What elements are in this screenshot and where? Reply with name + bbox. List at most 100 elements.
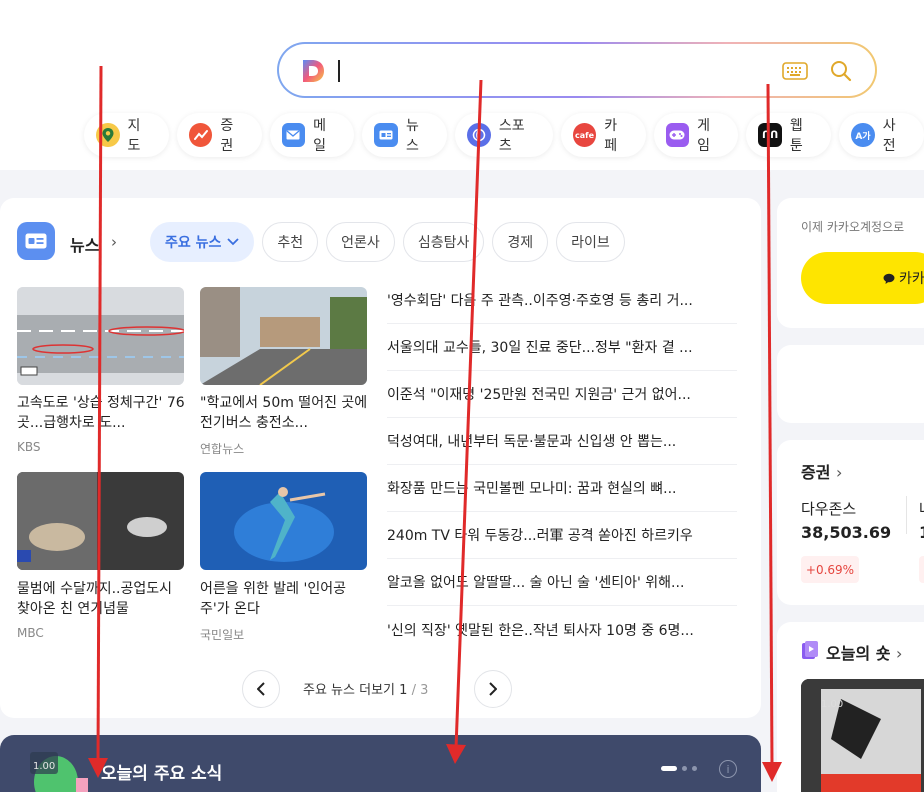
mail-icon bbox=[281, 123, 306, 147]
kakao-button-label: 카카 bbox=[899, 271, 924, 287]
shortcut-cafe[interactable]: cafe 카페 bbox=[560, 113, 646, 157]
chevron-right-icon: › bbox=[896, 644, 903, 663]
tab-label: 라이브 bbox=[571, 235, 610, 251]
shortcut-label: 증권 bbox=[220, 118, 234, 154]
carousel-dots bbox=[661, 766, 697, 771]
carousel-dot-active[interactable] bbox=[661, 766, 677, 771]
article-thumbnail-street[interactable] bbox=[200, 287, 367, 385]
weather-card bbox=[777, 345, 924, 423]
login-prompt: 이제 카카오계정으로 bbox=[801, 220, 905, 234]
tab-main-news[interactable]: 주요 뉴스 bbox=[150, 222, 255, 262]
stock-index-name[interactable]: 다우존스 bbox=[801, 498, 856, 519]
shortcut-game[interactable]: 게임 bbox=[653, 113, 739, 157]
shortcut-news[interactable]: 뉴스 bbox=[362, 113, 448, 157]
shortcut-dictionary[interactable]: A가 사전 bbox=[839, 113, 924, 157]
chevron-right-icon bbox=[489, 682, 497, 696]
stock-chart-icon bbox=[188, 123, 213, 147]
search-input[interactable] bbox=[279, 44, 875, 96]
article-caption[interactable]: 물범에 수달까지..공업도시 찾아온 친 연기념물 bbox=[17, 579, 187, 619]
headline-item[interactable]: 덕성여대, 내년부터 독문·불문과 신입생 안 뽑는... bbox=[387, 418, 737, 465]
stock-change-badge-next bbox=[919, 556, 924, 583]
pager-text: 주요 뉴스 더보기 bbox=[303, 683, 395, 698]
shortcut-mail[interactable]: 메일 bbox=[269, 113, 355, 157]
next-page-button[interactable] bbox=[474, 670, 512, 708]
carousel-dot[interactable] bbox=[692, 766, 697, 771]
shortcut-stock[interactable]: 증권 bbox=[176, 113, 262, 157]
sports-ball-icon bbox=[467, 123, 491, 147]
article-source: KBS bbox=[17, 440, 41, 454]
news-logo-icon bbox=[17, 222, 55, 260]
article-caption[interactable]: 고속도로 '상습 정체구간' 76곳...급행차로 도... bbox=[17, 393, 187, 433]
tab-label: 언론사 bbox=[341, 235, 380, 251]
shorts-section-title[interactable]: 오늘의 숏 › bbox=[826, 640, 902, 664]
stock-index-value: 38,503.69 bbox=[801, 523, 892, 542]
info-icon[interactable]: i bbox=[719, 760, 737, 778]
tab-in-depth[interactable]: 심층탐사 bbox=[402, 222, 485, 262]
shortcut-sports[interactable]: 스포츠 bbox=[455, 113, 553, 157]
article-source: MBC bbox=[17, 626, 44, 640]
headline-item[interactable]: 이준석 "이재명 '25만원 전국민 지원금' 근거 없어... bbox=[387, 371, 737, 418]
tab-recommend[interactable]: 추천 bbox=[262, 222, 319, 262]
headline-item[interactable]: 서울의대 교수들, 30일 진료 중단...정부 "환자 곁 ... bbox=[387, 324, 737, 371]
prev-page-button[interactable] bbox=[242, 670, 280, 708]
cafe-icon: cafe bbox=[572, 123, 597, 147]
news-tabs: 주요 뉴스 추천 언론사 심층탐사 경제 라이브 bbox=[150, 222, 625, 262]
chevron-right-icon[interactable]: › bbox=[111, 233, 117, 251]
stock-divider bbox=[906, 496, 907, 534]
shortcut-map[interactable]: 지도 bbox=[84, 113, 169, 157]
shortcut-webtoon[interactable]: ᑎᑎ 웹툰 bbox=[746, 113, 832, 157]
map-pin-icon bbox=[96, 123, 120, 147]
chevron-left-icon bbox=[257, 682, 265, 696]
article-thumbnail-ballet[interactable] bbox=[200, 472, 367, 570]
carousel-dot[interactable] bbox=[682, 766, 687, 771]
mascot-badge: 1.00 bbox=[33, 761, 56, 772]
stock-index-name-next[interactable]: 나 bbox=[919, 498, 924, 519]
search-bar[interactable] bbox=[277, 42, 877, 98]
shortcut-label: 게임 bbox=[697, 118, 710, 154]
stock-change-badge: +0.69% bbox=[801, 556, 859, 583]
article-source: 국민일보 bbox=[200, 628, 245, 642]
shorts-thumbnail[interactable] bbox=[801, 679, 924, 792]
article-source: 연합뉴스 bbox=[200, 442, 245, 456]
pager-separator: / bbox=[411, 683, 416, 698]
article-caption[interactable]: 어른을 위한 발레 '인어공주'가 온다 bbox=[200, 579, 370, 619]
headline-item[interactable]: 240m TV 타워 두동강...러軍 공격 쏟아진 하르키우 bbox=[387, 512, 737, 559]
tab-press[interactable]: 언론사 bbox=[326, 222, 395, 262]
headline-item[interactable]: 화장품 만드는 국민볼펜 모나미: 꿈과 현실의 뼈... bbox=[387, 465, 737, 512]
pager-total: 3 bbox=[420, 683, 429, 698]
shorts-title-text: 오늘의 숏 bbox=[826, 644, 891, 663]
news-icon bbox=[374, 123, 398, 147]
shortcut-label: 웹툰 bbox=[789, 118, 803, 154]
stock-section-title[interactable]: 증권 › bbox=[801, 459, 842, 483]
daum-logo-icon bbox=[303, 60, 324, 82]
tab-label: 추천 bbox=[277, 235, 304, 251]
shortcut-label: 스포츠 bbox=[498, 118, 525, 154]
article-caption[interactable]: "학교에서 50m 떨어진 곳에 전기버스 충전소... bbox=[200, 393, 370, 433]
shorts-play-icon bbox=[802, 641, 818, 659]
search-icon[interactable] bbox=[829, 59, 853, 83]
headline-item[interactable]: '신의 직장' 옛말된 한은..작년 퇴사자 10명 중 6명... bbox=[387, 606, 737, 653]
shortcut-label: 뉴스 bbox=[405, 118, 419, 154]
headline-item[interactable]: 알코올 없어도 알딸딸... 술 아닌 술 '센티아' 위해... bbox=[387, 559, 737, 606]
news-section-title[interactable]: 뉴스 bbox=[70, 232, 99, 256]
article-thumbnail-seal[interactable] bbox=[17, 472, 184, 570]
stock-index-value-next: 1 bbox=[919, 523, 924, 542]
tab-economy[interactable]: 경제 bbox=[492, 222, 549, 262]
text-caret bbox=[338, 60, 340, 82]
chevron-right-icon: › bbox=[836, 463, 843, 482]
tab-label: 주요 뉴스 bbox=[165, 235, 222, 251]
chevron-down-icon bbox=[227, 238, 240, 246]
stock-title-text: 증권 bbox=[801, 463, 831, 482]
webtoon-icon: ᑎᑎ bbox=[758, 123, 782, 147]
dictionary-icon: A가 bbox=[851, 123, 875, 147]
speech-bubble-icon bbox=[883, 273, 895, 284]
kakao-login-button[interactable]: 카카 bbox=[801, 252, 924, 304]
article-thumbnail-highway[interactable] bbox=[17, 287, 184, 385]
tab-live[interactable]: 라이브 bbox=[556, 222, 625, 262]
keyboard-icon[interactable] bbox=[782, 61, 808, 81]
banner-title: 오늘의 주요 소식 bbox=[101, 764, 223, 784]
shorts-badge: 1.00 bbox=[821, 699, 844, 710]
tab-label: 심층탐사 bbox=[417, 235, 470, 251]
headline-item[interactable]: '영수회담' 다음 주 관측..이주영·주호영 등 총리 거... bbox=[387, 277, 737, 324]
service-shortcuts: 지도 증권 메일 뉴스 스포츠 cafe 카페 게임 ᑎᑎ 웹툰 A가 사전 bbox=[84, 113, 924, 157]
